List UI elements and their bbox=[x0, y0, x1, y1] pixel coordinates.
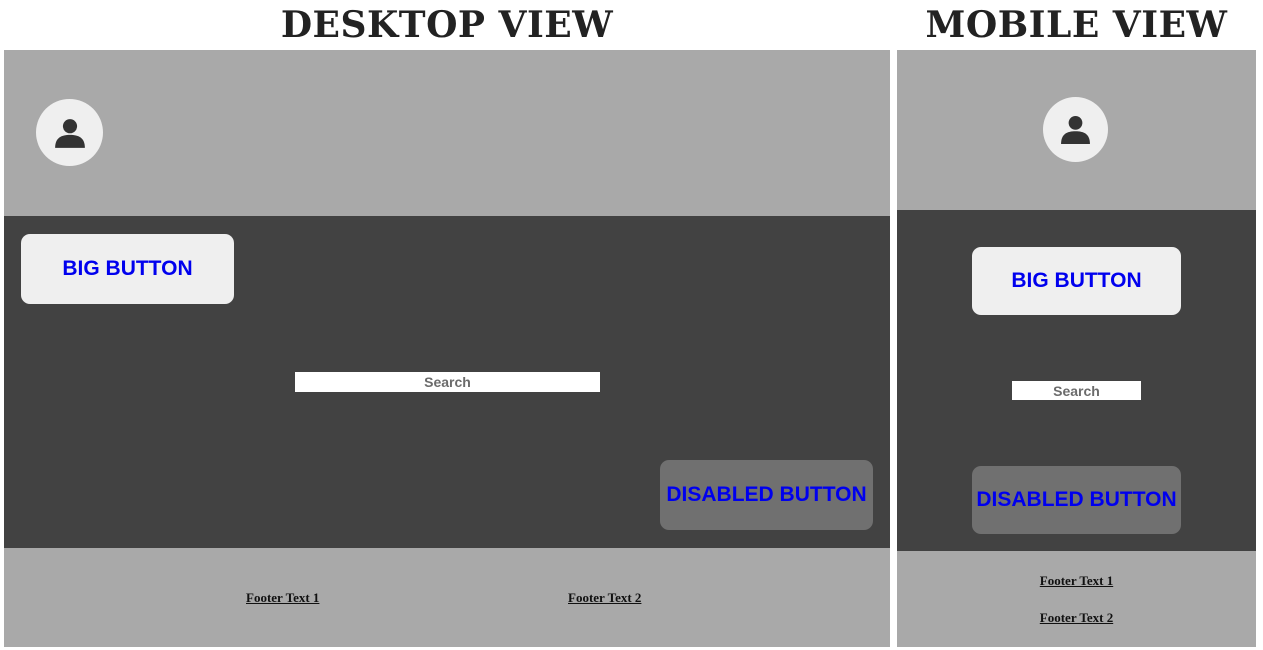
big-button[interactable]: BIG BUTTON bbox=[21, 234, 234, 304]
footer-link-2[interactable]: Footer Text 2 bbox=[568, 590, 641, 606]
avatar[interactable] bbox=[36, 99, 103, 166]
main-content: BIG BUTTON DISABLED BUTTON bbox=[4, 216, 890, 548]
desktop-view: BIG BUTTON DISABLED BUTTON Footer Text 1… bbox=[4, 50, 890, 647]
user-icon bbox=[1061, 116, 1090, 144]
mobile-view-title: MOBILE VIEW bbox=[925, 4, 1228, 46]
disabled-button: DISABLED BUTTON bbox=[660, 460, 873, 530]
search-input[interactable] bbox=[1012, 381, 1141, 400]
header bbox=[4, 50, 890, 216]
search-input[interactable] bbox=[295, 372, 600, 392]
footer-link-1[interactable]: Footer Text 1 bbox=[246, 590, 319, 606]
footer: Footer Text 1 Footer Text 2 bbox=[897, 551, 1256, 647]
disabled-button: DISABLED BUTTON bbox=[972, 466, 1181, 534]
main-content: BIG BUTTON DISABLED BUTTON bbox=[897, 210, 1256, 551]
footer-link-1[interactable]: Footer Text 1 bbox=[897, 573, 1256, 589]
avatar[interactable] bbox=[1043, 97, 1108, 162]
footer-link-2[interactable]: Footer Text 2 bbox=[897, 610, 1256, 626]
user-icon bbox=[54, 118, 85, 148]
header bbox=[897, 50, 1256, 210]
desktop-view-title: DESKTOP VIEW bbox=[280, 4, 614, 46]
big-button[interactable]: BIG BUTTON bbox=[972, 247, 1181, 315]
footer: Footer Text 1 Footer Text 2 bbox=[4, 548, 890, 647]
mobile-view: BIG BUTTON DISABLED BUTTON Footer Text 1… bbox=[897, 50, 1256, 647]
